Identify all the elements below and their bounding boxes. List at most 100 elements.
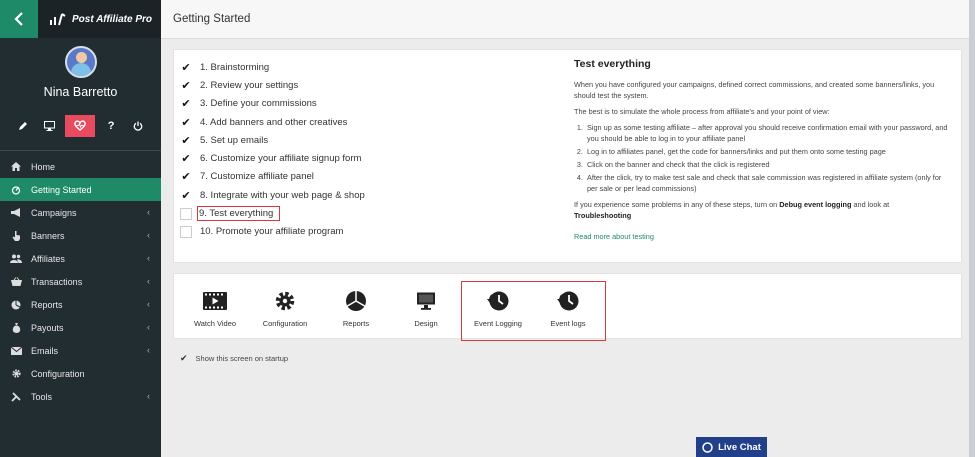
sidebar-item-affiliates[interactable]: Affiliates ‹: [0, 247, 161, 270]
envelope-icon: [10, 346, 22, 356]
step-item[interactable]: ✔ 3. Define your commissions: [180, 95, 365, 113]
step-item[interactable]: ✔ 5. Set up emails: [180, 131, 365, 149]
chevron-left-icon: ‹: [147, 230, 150, 240]
show-on-startup-label: Show this screen on startup: [195, 354, 289, 363]
power-icon[interactable]: [127, 115, 149, 137]
user-name: Nina Barretto: [43, 85, 118, 99]
quick-actions: ?: [0, 111, 161, 151]
step-item-current[interactable]: 9. Test everything: [180, 204, 365, 222]
chevron-left-icon: ‹: [147, 322, 150, 332]
step-checkbox[interactable]: [180, 207, 192, 220]
step-item[interactable]: 10. Promote your affiliate program: [180, 223, 365, 241]
checkmark-icon[interactable]: ✔: [180, 353, 188, 364]
logo[interactable]: Post Affiliate Pro: [38, 12, 152, 26]
steps-list: ✔ 1. Brainstorming ✔ 2. Review your settin…: [180, 58, 365, 241]
sidebar-item-home[interactable]: Home: [0, 155, 161, 178]
getting-started-card: ✔ 1. Brainstorming ✔ 2. Review your settin…: [173, 49, 962, 263]
checkmark-icon[interactable]: ✔: [180, 134, 192, 147]
sidebar-item-banners[interactable]: Banners ‹: [0, 224, 161, 247]
sidebar-item-tools[interactable]: Tools ‹: [0, 385, 161, 408]
tool-event-logs[interactable]: Event logs: [535, 290, 601, 328]
help-icon[interactable]: ?: [100, 115, 122, 137]
sidebar: Post Affiliate Pro Nina Barretto ? Home …: [0, 0, 161, 457]
sidebar-item-getting-started[interactable]: Getting Started: [0, 178, 161, 201]
tool-watch-video[interactable]: Watch Video: [182, 290, 248, 328]
step-checkbox[interactable]: [180, 225, 192, 238]
megaphone-icon: [10, 208, 22, 218]
window-edge: [969, 0, 975, 457]
step-item[interactable]: ✔ 4. Add banners and other creatives: [180, 113, 365, 131]
checkmark-icon[interactable]: ✔: [180, 153, 192, 165]
chevron-left-icon: ‹: [147, 207, 150, 217]
sidebar-item-reports[interactable]: Reports ‹: [0, 293, 161, 316]
step-detail: Test everything When you have configured…: [574, 58, 949, 244]
pointer-icon: [10, 230, 22, 241]
gear-icon: [10, 369, 22, 379]
basket-icon: [10, 277, 22, 287]
chevron-left-icon: ‹: [147, 299, 150, 309]
chevron-left-icon: ‹: [147, 345, 150, 355]
chevron-left-icon: ‹: [147, 253, 150, 263]
tools-card: Watch Video Configuration Reports Design…: [173, 273, 962, 341]
sidebar-item-label: Configuration: [31, 368, 85, 379]
sidebar-item-label: Getting Started: [31, 184, 92, 195]
pie-icon: [10, 300, 22, 310]
sidebar-item-label: Home: [31, 161, 56, 172]
list-item: Sign up as some testing affiliate – afte…: [585, 122, 949, 144]
page-title: Getting Started: [173, 13, 251, 25]
tool-reports[interactable]: Reports: [323, 290, 389, 328]
detail-problems: If you experience some problems in any o…: [574, 200, 890, 220]
sidebar-item-label: Campaigns: [31, 207, 77, 218]
sidebar-item-emails[interactable]: Emails ‹: [0, 339, 161, 362]
gear-icon: [252, 290, 318, 312]
sidebar-item-label: Emails: [31, 345, 59, 356]
sidebar-item-label: Tools: [31, 391, 53, 402]
checkmark-icon[interactable]: ✔: [180, 189, 192, 202]
read-more-link[interactable]: Read more about testing: [574, 232, 654, 241]
step-item[interactable]: ✔ 2. Review your settings: [180, 76, 365, 94]
checkmark-icon[interactable]: ✔: [180, 171, 192, 183]
sidebar-item-label: Affiliates: [31, 253, 65, 264]
chevron-left-icon: ‹: [147, 391, 150, 401]
home-icon: [10, 162, 22, 172]
moneybag-icon: [10, 322, 22, 333]
chat-bubble-icon: [702, 441, 713, 453]
sidebar-item-configuration[interactable]: Configuration: [0, 362, 161, 385]
sidebar-item-label: Reports: [31, 299, 63, 310]
pie-chart-icon: [323, 290, 389, 312]
users-icon: [10, 254, 22, 264]
tool-configuration[interactable]: Configuration: [252, 290, 318, 328]
sidebar-item-label: Transactions: [31, 276, 83, 287]
step-item[interactable]: ✔ 6. Customize your affiliate signup form: [180, 149, 365, 167]
monitor-icon[interactable]: [39, 115, 61, 137]
pencil-icon[interactable]: [12, 115, 34, 137]
sidebar-item-transactions[interactable]: Transactions ‹: [0, 270, 161, 293]
detail-title: Test everything: [574, 58, 651, 70]
rocket-icon: [10, 185, 22, 195]
collapse-sidebar-button[interactable]: [0, 0, 38, 38]
tool-event-logging[interactable]: Event Logging: [465, 290, 531, 328]
checkmark-icon[interactable]: ✔: [180, 79, 192, 92]
page-header: Getting Started: [161, 0, 975, 39]
checkmark-icon[interactable]: ✔: [180, 116, 192, 129]
checkmark-icon[interactable]: ✔: [180, 61, 192, 74]
step-item[interactable]: ✔ 8. Integrate with your web page & shop: [180, 186, 364, 204]
avatar[interactable]: [64, 46, 97, 78]
sidebar-nav: Home Getting Started Campaigns ‹ Banners…: [0, 155, 161, 408]
history-clock-icon: [535, 290, 601, 312]
sidebar-item-payouts[interactable]: Payouts ‹: [0, 316, 161, 339]
tool-design[interactable]: Design: [393, 290, 459, 328]
wrench-icon: [10, 391, 22, 402]
film-icon: [182, 290, 248, 312]
detail-simulate: The best is to simulate the whole proces…: [574, 107, 830, 116]
step-item[interactable]: ✔ 1. Brainstorming: [180, 58, 365, 76]
history-clock-icon: [465, 290, 531, 312]
sidebar-item-campaigns[interactable]: Campaigns ‹: [0, 201, 161, 224]
monitor-icon: [393, 290, 459, 312]
checkmark-icon[interactable]: ✔: [180, 98, 192, 110]
sidebar-top: Post Affiliate Pro: [0, 0, 161, 38]
live-chat-button[interactable]: Live Chat: [696, 437, 767, 457]
step-item[interactable]: ✔ 7. Customize affiliate panel: [180, 168, 365, 186]
show-on-startup[interactable]: ✔ Show this screen on startup: [180, 353, 288, 364]
heart-icon[interactable]: [65, 114, 96, 137]
